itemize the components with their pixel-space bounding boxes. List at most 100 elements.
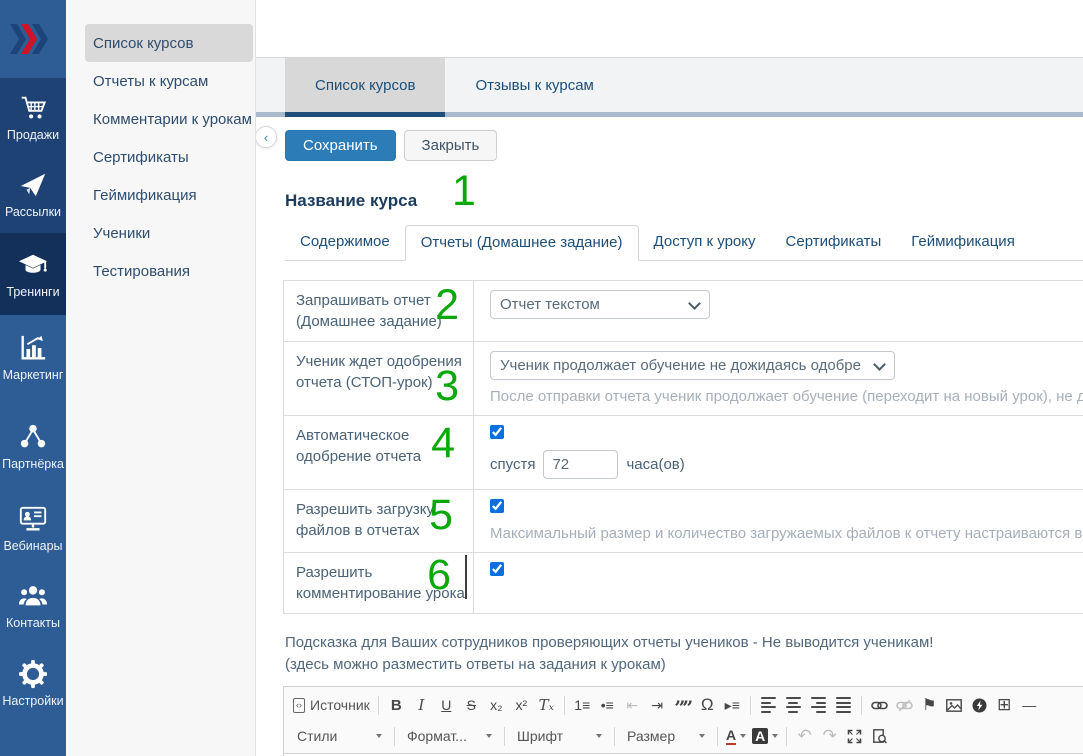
align-right-icon[interactable] bbox=[806, 693, 831, 717]
indent-icon[interactable]: ⇥ bbox=[645, 693, 670, 717]
special-char-icon[interactable]: Ω bbox=[695, 693, 720, 717]
insert-block-icon[interactable]: ▸≡ bbox=[720, 693, 745, 717]
sidebar-item-label: Маркетинг bbox=[2, 368, 64, 382]
report-type-select[interactable]: Отчет текстом bbox=[490, 290, 710, 319]
toolbar-separator bbox=[394, 726, 395, 746]
marketing-chart-icon bbox=[18, 333, 48, 363]
remove-format-icon[interactable]: Tₓ bbox=[534, 693, 559, 717]
sidebar-item-settings[interactable]: Настройки bbox=[0, 645, 66, 721]
format-dropdown[interactable]: Формат... bbox=[400, 724, 499, 748]
tab-course-feedback[interactable]: Отзывы к курсам bbox=[445, 58, 623, 112]
form-row-request-report: Запрашивать отчет (Домашнее задание) 2 О… bbox=[283, 280, 1083, 342]
align-center-icon[interactable] bbox=[781, 693, 806, 717]
anchor-flag-icon[interactable]: ⚑ bbox=[917, 693, 942, 717]
undo-icon: ↶ bbox=[797, 726, 812, 745]
source-button[interactable]: Источник bbox=[290, 693, 373, 717]
superscript-icon[interactable]: x² bbox=[509, 693, 534, 717]
size-dropdown[interactable]: Размер bbox=[620, 724, 712, 748]
primary-sidebar: Продажи Рассылки Тренинги Маркетинг Парт… bbox=[0, 0, 66, 756]
submenu-item-gamification[interactable]: Геймификация bbox=[66, 176, 255, 214]
contacts-people-icon bbox=[18, 581, 48, 611]
submenu-item-lesson-comments[interactable]: Комментарии к урокам bbox=[66, 100, 255, 138]
chevron-down-icon bbox=[699, 734, 705, 738]
background-color-button[interactable]: A bbox=[749, 724, 781, 748]
form-control-cell: Ученик продолжает обучение не дожидаясь … bbox=[474, 342, 1083, 415]
app-logo[interactable] bbox=[0, 0, 66, 78]
align-left-icon[interactable] bbox=[756, 693, 781, 717]
sidebar-item-label: Контакты bbox=[6, 615, 60, 630]
app-window: Продажи Рассылки Тренинги Маркетинг Парт… bbox=[0, 0, 1083, 756]
maximize-icon[interactable] bbox=[842, 724, 867, 748]
form-row-auto-approve: Автоматическое одобрение отчета 4 спустя… bbox=[283, 415, 1083, 490]
approval-mode-select[interactable]: Ученик продолжает обучение не дожидаясь … bbox=[490, 351, 895, 380]
auto-approve-checkbox[interactable] bbox=[490, 425, 504, 439]
link-icon[interactable] bbox=[867, 693, 892, 717]
sidebar-item-marketing[interactable]: Маркетинг bbox=[0, 315, 66, 400]
text-cursor bbox=[465, 555, 467, 599]
sidebar-item-sales[interactable]: Продажи bbox=[0, 78, 66, 156]
strikethrough-icon[interactable]: S bbox=[459, 693, 484, 717]
toolbar-separator bbox=[717, 726, 718, 746]
styles-dropdown[interactable]: Стили bbox=[290, 724, 389, 748]
editor-toolbar-row-2: Стили Формат... Шрифт Размер A A ↶ ↷ bbox=[284, 722, 1083, 753]
text-color-button[interactable]: A bbox=[723, 724, 749, 748]
source-code-icon bbox=[293, 697, 305, 713]
tab-lesson-access[interactable]: Доступ к уроку bbox=[639, 225, 771, 260]
chevron-down-icon bbox=[596, 734, 602, 738]
sidebar-item-mailings[interactable]: Рассылки bbox=[0, 156, 66, 233]
allow-files-checkbox[interactable] bbox=[490, 499, 504, 513]
submenu-item-tests[interactable]: Тестирования bbox=[66, 252, 255, 290]
gear-icon bbox=[18, 659, 48, 689]
hint-line-2: (здесь можно разместить ответы на задани… bbox=[285, 656, 666, 673]
annotation-4: 4 bbox=[431, 419, 455, 467]
align-justify-icon[interactable] bbox=[831, 693, 856, 717]
save-button[interactable]: Сохранить bbox=[285, 130, 396, 161]
tab-gamification[interactable]: Геймификация bbox=[896, 225, 1030, 260]
paper-plane-icon bbox=[18, 170, 48, 200]
form-control-cell: спустя часа(ов) bbox=[474, 416, 1083, 489]
italic-icon[interactable]: I bbox=[409, 693, 434, 717]
underline-icon[interactable]: U bbox=[434, 693, 459, 717]
submenu-item-course-list[interactable]: Список курсов bbox=[85, 24, 253, 62]
submenu-item-students[interactable]: Ученики bbox=[66, 214, 255, 252]
course-settings-tabs: Содержимое Отчеты (Домашнее задание) Дос… bbox=[285, 225, 1083, 261]
numbered-list-icon[interactable]: 1≡ bbox=[570, 693, 595, 717]
unlink-icon bbox=[892, 693, 917, 717]
preview-icon[interactable] bbox=[867, 724, 892, 748]
sidebar-item-contacts[interactable]: Контакты bbox=[0, 565, 66, 645]
media-embed-icon[interactable] bbox=[967, 693, 992, 717]
sidebar-item-label: Вебинары bbox=[3, 539, 63, 553]
blockquote-icon[interactable]: ”” bbox=[670, 693, 695, 719]
sidebar-item-trainings[interactable]: Тренинги bbox=[0, 233, 66, 315]
subscript-icon[interactable]: x₂ bbox=[484, 693, 509, 717]
image-icon[interactable] bbox=[942, 693, 967, 717]
secondary-sidebar: Список курсов Отчеты к курсам Комментари… bbox=[66, 0, 256, 756]
table-icon[interactable]: ⊞ bbox=[992, 693, 1017, 717]
toolbar-separator bbox=[860, 695, 862, 715]
close-button[interactable]: Закрыть bbox=[403, 130, 498, 161]
submenu-item-course-reports[interactable]: Отчеты к курсам bbox=[66, 62, 255, 100]
horizontal-rule-icon[interactable]: — bbox=[1017, 693, 1042, 717]
webinar-screen-icon bbox=[18, 504, 48, 534]
tab-certificates[interactable]: Сертификаты bbox=[771, 225, 897, 260]
help-text: После отправки отчета ученик продолжает … bbox=[490, 388, 1083, 405]
allow-comments-checkbox[interactable] bbox=[490, 562, 504, 576]
form-label: Автоматическое одобрение отчета 4 bbox=[284, 416, 474, 489]
tab-reports-homework[interactable]: Отчеты (Домашнее задание) bbox=[404, 225, 639, 261]
bulleted-list-icon[interactable]: •≡ bbox=[595, 693, 620, 717]
tab-course-list[interactable]: Список курсов bbox=[285, 58, 446, 117]
form-row-allow-comments: Разрешить комментирование урока 6 bbox=[283, 552, 1083, 614]
form-control-cell: Отчет текстом bbox=[474, 281, 1083, 341]
bold-icon[interactable]: B bbox=[384, 693, 409, 717]
font-dropdown[interactable]: Шрифт bbox=[510, 724, 609, 748]
affiliate-network-icon bbox=[18, 422, 48, 452]
collapse-sidebar-button[interactable]: ‹ bbox=[256, 126, 277, 148]
sidebar-item-affiliate[interactable]: Партнёрка bbox=[0, 400, 66, 492]
hours-input[interactable] bbox=[543, 450, 619, 479]
sidebar-item-webinars[interactable]: Вебинары bbox=[0, 492, 66, 565]
staff-hint-text: Подсказка для Ваших сотрудников проверяю… bbox=[285, 632, 1083, 676]
submenu-item-certificates[interactable]: Сертификаты bbox=[66, 138, 255, 176]
settings-form: Запрашивать отчет (Домашнее задание) 2 О… bbox=[283, 280, 1083, 614]
chevron-down-icon bbox=[486, 734, 492, 738]
tab-content[interactable]: Содержимое bbox=[285, 225, 405, 260]
